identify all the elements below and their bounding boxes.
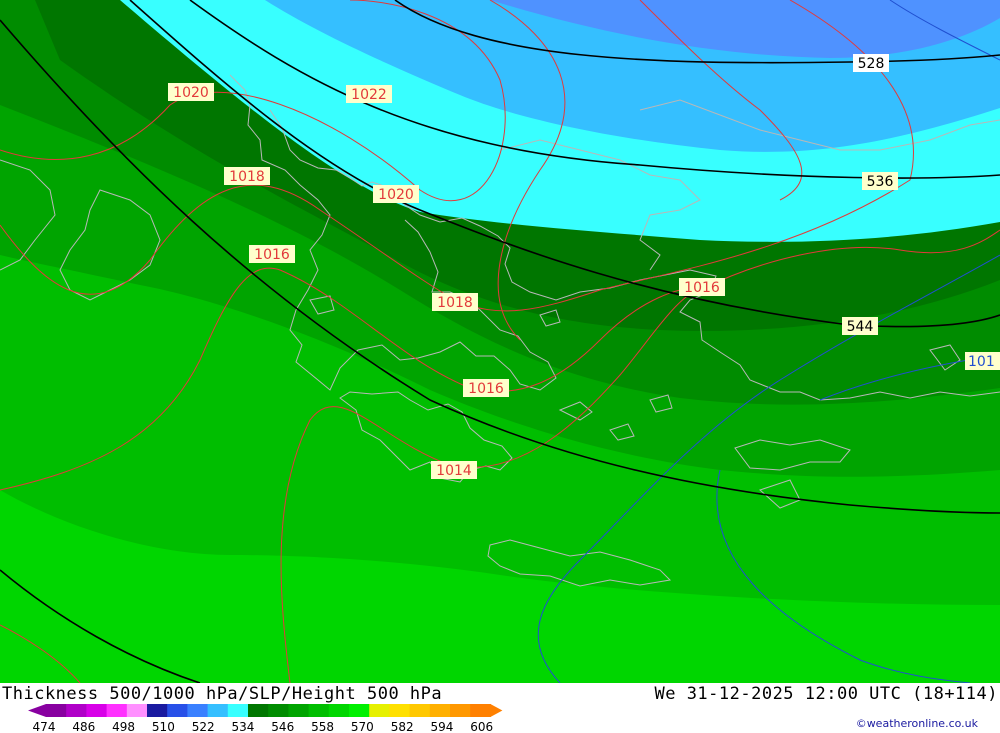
legend-tick-label: 582 (391, 720, 414, 733)
legend-swatch (248, 704, 269, 717)
label-101: 101 (965, 352, 1000, 370)
legend-swatch (126, 704, 148, 717)
svg-text:1020: 1020 (378, 187, 414, 203)
svg-text:1018: 1018 (437, 295, 473, 311)
credit-link[interactable]: ©weatheronline.co.uk (856, 717, 978, 730)
legend-tick-label: 546 (271, 720, 294, 733)
svg-text:1014: 1014 (436, 463, 472, 479)
label-1014: 1014 (431, 461, 477, 479)
legend-arrow-left (28, 704, 46, 717)
label-1018-b: 1018 (432, 293, 478, 311)
legend-arrow-right (490, 704, 503, 717)
legend-swatch (450, 704, 471, 717)
legend-tick-label: 558 (311, 720, 334, 733)
label-1018-a: 1018 (224, 167, 270, 185)
legend-swatch (167, 704, 188, 717)
label-1016-a: 1016 (249, 245, 295, 263)
legend-swatch (470, 704, 491, 717)
legend-swatch (86, 704, 108, 717)
legend-tick-label: 486 (72, 720, 95, 733)
legend-tick-label: 606 (470, 720, 493, 733)
legend-ticks: 474 486 498 510 522 534 546 558 570 582 594 606 (33, 720, 494, 733)
legend-swatch (429, 704, 451, 717)
legend-swatch (227, 704, 249, 717)
legend-swatch (268, 704, 289, 717)
label-1022: 1022 (346, 85, 392, 103)
legend-swatches (28, 704, 503, 717)
label-1016-b: 1016 (679, 278, 725, 296)
legend-swatch (369, 704, 390, 717)
svg-text:1022: 1022 (351, 87, 387, 103)
label-528: 528 (853, 54, 889, 72)
color-legend: 474 486 498 510 522 534 546 558 570 582 594 606 (28, 704, 503, 733)
label-536: 536 (862, 172, 898, 190)
legend-swatch (66, 704, 87, 717)
legend-tick-label: 570 (351, 720, 374, 733)
legend-swatch (147, 704, 168, 717)
map-title: Thickness 500/1000 hPa/SLP/Height 500 hP… (2, 684, 443, 704)
footer: Thickness 500/1000 hPa/SLP/Height 500 hP… (0, 683, 1000, 733)
label-1016-c: 1016 (463, 379, 509, 397)
svg-text:101: 101 (968, 354, 995, 370)
svg-text:1020: 1020 (173, 85, 209, 101)
legend-tick-label: 594 (430, 720, 453, 733)
svg-text:528: 528 (858, 56, 885, 72)
label-1020-b: 1020 (373, 185, 419, 203)
weather-map: 1020 1022 1018 1020 1016 1018 1016 1016 … (0, 0, 1000, 683)
legend-swatch (409, 704, 431, 717)
legend-swatch (288, 704, 310, 717)
svg-text:536: 536 (867, 174, 894, 190)
legend-tick-label: 522 (192, 720, 215, 733)
legend-swatch (207, 704, 229, 717)
label-544: 544 (842, 317, 878, 335)
legend-swatch (106, 704, 128, 717)
legend-tick-label: 534 (232, 720, 255, 733)
svg-text:1016: 1016 (254, 247, 290, 263)
svg-text:544: 544 (847, 319, 874, 335)
legend-swatch (328, 704, 350, 717)
legend-swatch (349, 704, 370, 717)
legend-tick-label: 474 (33, 720, 56, 733)
svg-text:1018: 1018 (229, 169, 265, 185)
label-1020-a: 1020 (168, 83, 214, 101)
legend-swatch (308, 704, 330, 717)
legend-tick-label: 498 (112, 720, 135, 733)
legend-swatch (46, 704, 67, 717)
map-valid-time: We 31-12-2025 12:00 UTC (18+114) (654, 684, 998, 704)
svg-text:1016: 1016 (468, 381, 504, 397)
legend-swatch (187, 704, 209, 717)
legend-tick-label: 510 (152, 720, 175, 733)
svg-text:1016: 1016 (684, 280, 720, 296)
legend-swatch (389, 704, 411, 717)
